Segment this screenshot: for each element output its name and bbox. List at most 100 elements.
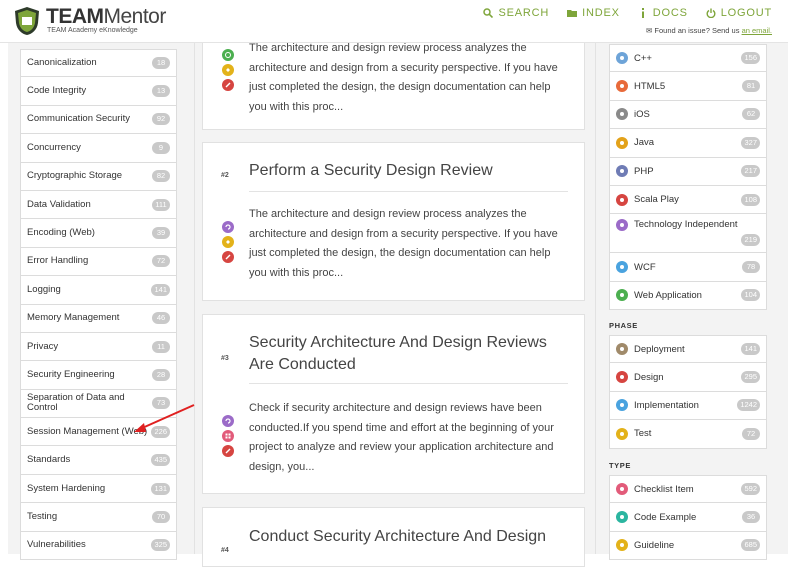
result-number: #2 (221, 172, 229, 179)
result-card[interactable]: #3 Security Architecture And Design Revi… (202, 314, 585, 494)
left-category-item[interactable]: Canonicalization 18 (20, 49, 177, 78)
nav-docs[interactable]: DOCS (638, 7, 688, 19)
count-badge: 82 (152, 170, 170, 183)
left-category-item[interactable]: Cryptographic Storage 82 (20, 162, 177, 191)
globe-icon (616, 289, 628, 302)
count-badge: 131 (151, 482, 170, 495)
technology-filter-item[interactable]: iOS 62 (609, 100, 767, 130)
html5-icon (616, 80, 628, 93)
count-badge: 13 (152, 85, 170, 98)
technology-label: PHP (634, 165, 654, 177)
card-icons (222, 415, 234, 457)
technology-filter-item[interactable]: Java 327 (609, 129, 767, 158)
email-link[interactable]: an email. (742, 26, 772, 35)
technology-filter-item[interactable]: PHP 217 (609, 157, 767, 186)
type-filter-item[interactable]: Code Example 36 (609, 503, 767, 532)
category-label: Cryptographic Storage (27, 170, 123, 182)
nav-index[interactable]: INDEX (567, 7, 620, 19)
count-badge: 70 (152, 510, 170, 523)
shield-logo-icon[interactable] (14, 6, 40, 36)
technology-label: WCF (634, 261, 656, 273)
results-panel: The architecture and design review proce… (195, 33, 595, 567)
count-badge: 108 (741, 193, 760, 206)
result-card[interactable]: #2 Perform a Security Design Review The … (202, 142, 585, 301)
brand-name[interactable]: TEAMMentor (46, 5, 166, 29)
phase-label: Design (634, 371, 664, 383)
divider (249, 191, 568, 192)
left-category-item[interactable]: Encoding (Web) 39 (20, 219, 177, 248)
count-badge: 435 (151, 454, 170, 467)
left-category-item[interactable]: Error Handling 72 (20, 247, 177, 277)
nav-logout[interactable]: LOGOUT (706, 7, 772, 19)
category-label: Memory Management (27, 312, 120, 324)
technology-filter-item[interactable]: HTML5 81 (609, 72, 767, 101)
type-filter-list: Checklist Item 592 Code Example 36 Guideline… (609, 475, 767, 561)
count-badge: 685 (741, 539, 760, 552)
result-title[interactable]: Perform a Security Design Review (249, 160, 569, 182)
left-category-item[interactable]: Communication Security 92 (20, 105, 177, 135)
left-category-item[interactable]: Logging 141 (20, 276, 177, 305)
result-card[interactable]: #4 Conduct Security Architecture And Des… (202, 507, 585, 567)
technology-label: C++ (634, 52, 652, 64)
implementation-icon (616, 399, 628, 412)
left-category-item[interactable]: System Hardening 131 (20, 474, 177, 504)
phase-filter-list: Deployment 141 Design 295 Implementation 1242… (609, 335, 767, 449)
search-icon (483, 8, 494, 18)
checklist-icon (616, 483, 628, 496)
envelope-icon: ✉ (646, 26, 653, 35)
code-icon (616, 511, 628, 524)
scala-icon (616, 193, 628, 206)
type-filter-item[interactable]: Guideline 685 (609, 531, 767, 561)
count-badge: 9 (152, 141, 170, 154)
result-number: #4 (221, 547, 229, 554)
top-nav: SEARCH INDEX DOCS LOGOUT (483, 7, 772, 19)
left-category-item[interactable]: Data Validation 111 (20, 190, 177, 220)
phase-filter-item[interactable]: Design 295 (609, 363, 767, 392)
technology-label: Web Application (634, 289, 702, 301)
count-badge: 39 (152, 227, 170, 240)
technology-label: Technology Independent (634, 219, 738, 231)
result-card[interactable]: The architecture and design review proce… (202, 33, 585, 130)
apple-icon (616, 108, 628, 121)
phase-heading: PHASE (609, 321, 638, 330)
windows-icon (616, 261, 628, 274)
java-icon (616, 136, 628, 149)
nav-search[interactable]: SEARCH (483, 7, 549, 19)
phase-filter-item[interactable]: Test 72 (609, 420, 767, 449)
technology-filter-item[interactable]: Web Application 104 (609, 281, 767, 311)
left-category-item[interactable]: Standards 435 (20, 446, 177, 475)
count-badge: 111 (152, 198, 170, 211)
phase-label: Deployment (634, 343, 685, 355)
result-title[interactable]: Conduct Security Architecture And Design (249, 526, 569, 548)
type-filter-item[interactable]: Checklist Item 592 (609, 475, 767, 504)
technology-label: iOS (634, 108, 650, 120)
left-category-item[interactable]: Concurrency 9 (20, 134, 177, 163)
count-badge: 11 (152, 340, 170, 353)
category-label: System Hardening (27, 482, 106, 494)
count-badge: 92 (152, 113, 170, 126)
design-icon (222, 251, 234, 263)
count-badge: 46 (152, 312, 170, 325)
technology-filter-item[interactable]: Technology Independent 219 (609, 214, 767, 254)
count-badge: 28 (152, 368, 170, 381)
category-label: Privacy (27, 340, 59, 352)
cpp-icon (616, 52, 628, 65)
technology-filter-item[interactable]: WCF 78 (609, 253, 767, 282)
left-category-item[interactable]: Privacy 11 (20, 332, 177, 362)
left-category-item[interactable]: Security Engineering 28 (20, 361, 177, 390)
phase-filter-item[interactable]: Implementation 1242 (609, 391, 767, 421)
left-category-item[interactable]: Vulnerabilities 325 (20, 531, 177, 561)
power-icon (706, 8, 716, 18)
count-badge: 217 (741, 165, 760, 178)
left-category-item[interactable]: Testing 70 (20, 503, 177, 532)
category-label: Communication Security (27, 113, 130, 125)
deploy-icon (616, 343, 628, 356)
left-category-item[interactable]: Code Integrity 13 (20, 77, 177, 106)
technology-filter-item[interactable]: Scala Play 108 (609, 185, 767, 215)
category-label: Security Engineering (27, 368, 115, 380)
left-category-item[interactable]: Memory Management 46 (20, 304, 177, 333)
result-title[interactable]: Security Architecture And Design Reviews… (249, 332, 569, 376)
count-badge: 72 (742, 427, 760, 440)
phase-filter-item[interactable]: Deployment 141 (609, 335, 767, 364)
technology-filter-item[interactable]: C++ 156 (609, 44, 767, 73)
